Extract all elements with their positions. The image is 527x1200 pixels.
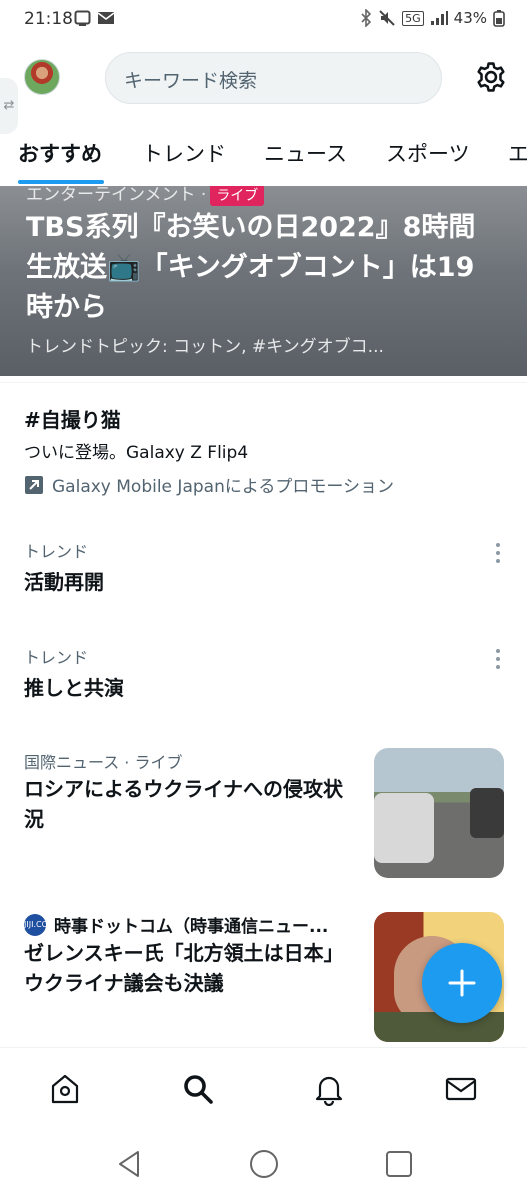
- tab-entertainment[interactable]: エ: [508, 138, 527, 168]
- gear-icon[interactable]: [474, 60, 508, 94]
- recents-icon[interactable]: [382, 1147, 416, 1181]
- news-title: ゼレンスキー氏「北方領土は日本」 ウクライナ議会も決議: [24, 941, 354, 995]
- tab-recommended[interactable]: おすすめ: [18, 138, 102, 168]
- tab-news[interactable]: ニュース: [264, 138, 347, 168]
- promo-title: #自撮り猫: [24, 408, 121, 432]
- bluetooth-icon: [361, 9, 372, 27]
- bell-icon[interactable]: [312, 1072, 346, 1106]
- promo-text: ついに登場。Galaxy Z Flip4: [24, 443, 249, 463]
- back-icon[interactable]: [112, 1147, 146, 1181]
- home-circle-icon[interactable]: [247, 1147, 281, 1181]
- top-header: ⇄ キーワード検索: [0, 38, 527, 134]
- tab-trends[interactable]: トレンド: [142, 138, 226, 168]
- cast-icon: [74, 10, 91, 26]
- search-placeholder: キーワード検索: [124, 70, 258, 92]
- signal-icon: [430, 11, 448, 25]
- network-type: 5G: [402, 10, 424, 26]
- promoted-icon: [25, 475, 43, 494]
- status-time: 21:18: [24, 9, 73, 29]
- tab-sports[interactable]: スポーツ: [386, 138, 470, 168]
- hero-card[interactable]: エンターテインメント · ライブ TBS系列『お笑いの日2022』8時間生放送📺「…: [0, 186, 527, 376]
- hero-category: エンターテインメント · ライブ: [26, 186, 265, 206]
- mute-icon: [379, 10, 395, 26]
- explore-tabs: おすすめ トレンド ニュース スポーツ エ: [0, 128, 527, 186]
- more-icon[interactable]: [490, 648, 506, 670]
- news-source: JIJI.COM 時事ドットコム（時事通信ニュー...: [24, 912, 360, 937]
- avatar[interactable]: [24, 59, 60, 95]
- compose-button[interactable]: [422, 943, 502, 1023]
- trend-name: 推しと共演: [24, 676, 124, 700]
- more-icon[interactable]: [490, 542, 506, 564]
- hero-title: TBS系列『お笑いの日2022』8時間生放送📺「キングオブコント」は19時から: [26, 212, 476, 323]
- home-icon[interactable]: [48, 1072, 82, 1106]
- plus-icon: [448, 969, 476, 997]
- search-icon[interactable]: [181, 1072, 215, 1106]
- side-panel-handle[interactable]: ⇄: [0, 78, 18, 134]
- live-badge: ライブ: [210, 186, 265, 206]
- news-thumbnail: [374, 748, 504, 878]
- trend-label: トレンド: [24, 542, 89, 561]
- battery-icon: [493, 10, 505, 27]
- active-tab-indicator: [18, 180, 104, 184]
- news-meta: 国際ニュース · ライブ: [24, 753, 183, 772]
- status-bar: 21:18 5G 43%: [0, 0, 527, 38]
- source-name: 時事ドットコム（時事通信ニュー...: [54, 917, 329, 937]
- source-logo-icon: JIJI.COM: [24, 913, 55, 936]
- mail-icon[interactable]: [444, 1072, 478, 1106]
- trend-name: 活動再開: [24, 570, 104, 594]
- promoted-by: Galaxy Mobile Japanによるプロモーション: [24, 472, 394, 497]
- battery-percent: 43%: [453, 9, 487, 27]
- divider: [0, 382, 527, 383]
- bottom-navigation: [0, 1047, 527, 1131]
- hero-subtitle: トレンドトピック: コットン, #キングオブコ...: [26, 337, 384, 357]
- system-navigation: [0, 1131, 527, 1200]
- trend-label: トレンド: [24, 648, 89, 667]
- mail-icon: [97, 12, 115, 24]
- news-title: ロシアによるウクライナへの侵攻状況: [24, 777, 343, 831]
- search-input[interactable]: キーワード検索: [105, 52, 442, 104]
